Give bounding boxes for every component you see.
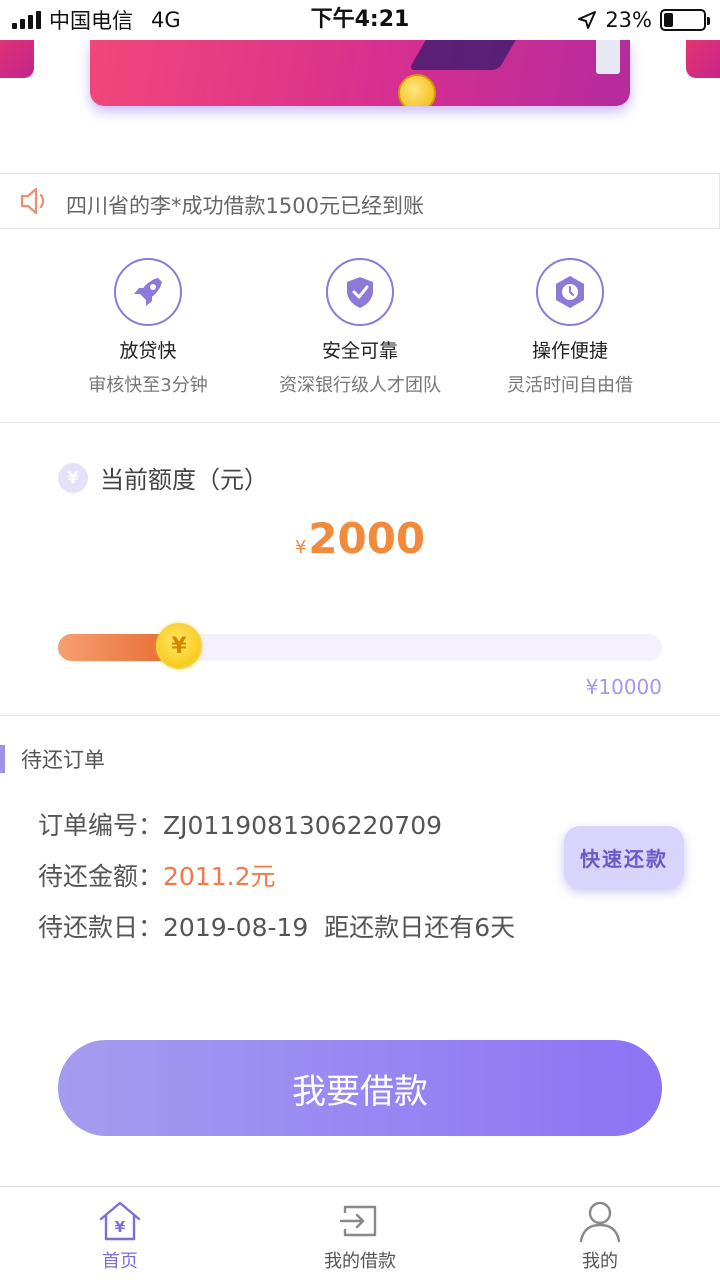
feature-convenient: 操作便捷 灵活时间自由借 — [460, 248, 680, 397]
section-accent-bar — [0, 745, 5, 773]
banner-next-slide[interactable] — [686, 40, 720, 78]
quick-repay-button[interactable]: 快速还款 — [564, 826, 684, 888]
feature-list: 放贷快 审核快至3分钟 安全可靠 资深银行级人才团队 操作便捷 灵活时间自由借 — [0, 248, 720, 398]
currency-symbol: ¥ — [294, 537, 307, 558]
section-title: 待还订单 — [21, 748, 105, 772]
tab-me[interactable]: 我的 — [480, 1187, 720, 1280]
credit-slider-knob[interactable]: ¥ — [156, 623, 202, 669]
shield-check-icon — [326, 258, 394, 326]
yen-icon: ¥ — [58, 462, 88, 493]
credit-amount: ¥2000 — [0, 514, 720, 563]
divider — [0, 422, 720, 423]
feature-title: 安全可靠 — [321, 340, 398, 362]
speaker-icon — [20, 187, 45, 215]
feature-subtitle: 资深银行级人才团队 — [279, 375, 441, 396]
order-number-row: 订单编号：ZJ0119081306220709 — [38, 806, 442, 842]
svg-text:¥: ¥ — [115, 1218, 126, 1236]
battery-icon — [660, 9, 710, 31]
tab-home[interactable]: ¥ 首页 — [0, 1187, 240, 1280]
feature-title: 放贷快 — [119, 340, 177, 362]
battery-percent: 23% — [605, 8, 652, 32]
tab-my-loans[interactable]: 我的借款 — [240, 1187, 480, 1280]
banner-slide[interactable] — [90, 40, 630, 106]
order-number-label: 订单编号： — [38, 811, 164, 840]
order-due-label: 待还款日： — [38, 913, 164, 942]
feature-subtitle: 审核快至3分钟 — [88, 375, 208, 396]
feature-safe: 安全可靠 资深银行级人才团队 — [250, 248, 470, 397]
order-amount-row: 待还金额：2011.2元 — [38, 857, 276, 893]
coin-illustration — [398, 74, 436, 106]
clock-icon — [536, 258, 604, 326]
rocket-icon — [114, 258, 182, 326]
tab-label: 首页 — [102, 1251, 138, 1272]
order-due-date: 2019-08-19 — [163, 913, 309, 942]
feature-subtitle: 灵活时间自由借 — [507, 375, 633, 396]
tab-bar: ¥ 首页 我的借款 我的 — [0, 1186, 720, 1280]
status-bar: 中国电信 4G 下午4:21 23% — [0, 0, 720, 40]
tab-label: 我的借款 — [324, 1251, 396, 1272]
credit-slider-track[interactable] — [58, 634, 662, 661]
feature-fast-loan: 放贷快 审核快至3分钟 — [38, 248, 258, 397]
notice-text: 四川省的李*成功借款1500元已经到账 — [66, 194, 424, 218]
credit-max-label: ¥10000 — [585, 675, 662, 699]
loan-icon — [339, 1205, 377, 1237]
order-amount-value: 2011.2元 — [163, 862, 276, 891]
borrow-button[interactable]: 我要借款 — [58, 1040, 662, 1136]
credit-label: 当前额度（元） — [100, 466, 268, 494]
order-due-note: 距还款日还有6天 — [324, 913, 516, 942]
home-icon: ¥ — [99, 1201, 141, 1241]
banner-carousel[interactable] — [0, 40, 720, 168]
order-number-value: ZJ0119081306220709 — [163, 811, 443, 840]
order-due-row: 待还款日：2019-08-19 距还款日还有6天 — [38, 908, 515, 944]
divider — [0, 715, 720, 716]
notice-bar[interactable]: 四川省的李*成功借款1500元已经到账 — [0, 173, 720, 229]
credit-header: ¥ 当前额度（元） — [58, 460, 268, 495]
pending-orders-header: 待还订单 — [0, 744, 105, 774]
feature-title: 操作便捷 — [531, 340, 608, 362]
location-arrow-icon — [578, 11, 597, 29]
credit-amount-value: 2000 — [308, 514, 426, 563]
order-amount-label: 待还金额： — [38, 862, 164, 891]
tab-label: 我的 — [582, 1251, 618, 1272]
banner-prev-slide[interactable] — [0, 40, 34, 78]
user-icon — [579, 1201, 621, 1243]
